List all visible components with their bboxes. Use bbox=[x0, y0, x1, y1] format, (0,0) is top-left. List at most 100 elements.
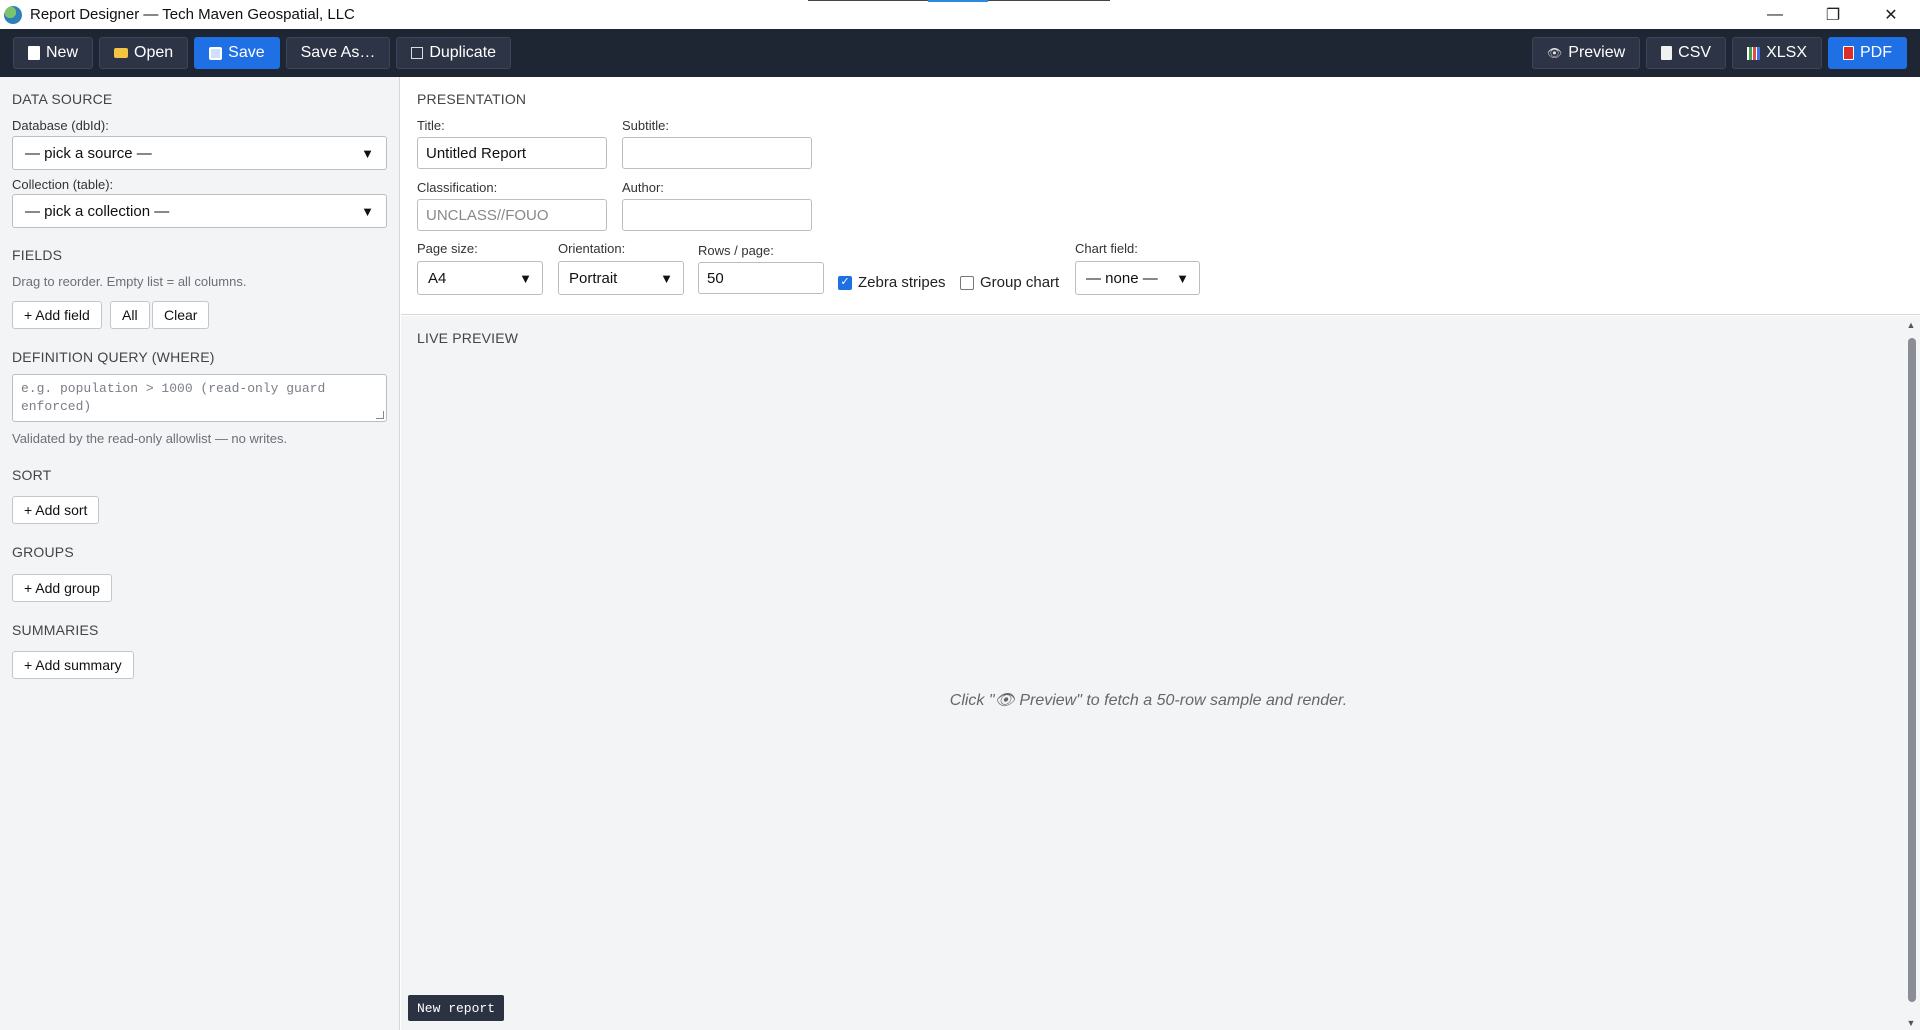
collection-label: Collection (table): bbox=[12, 177, 114, 192]
restore-icon: ❐ bbox=[1825, 6, 1841, 24]
add-sort-button[interactable]: + Add sort bbox=[12, 496, 100, 524]
status-chip: New report bbox=[408, 995, 505, 1021]
classification-label: Classification: bbox=[417, 180, 498, 195]
pdf-button-label: PDF bbox=[1860, 44, 1892, 61]
add-field-button[interactable]: + Add field bbox=[12, 301, 102, 329]
classification-input[interactable]: UNCLASS//FOUO bbox=[417, 199, 607, 231]
subtitle-input[interactable] bbox=[622, 137, 812, 169]
orientation-select[interactable]: Portrait ▼ bbox=[558, 261, 684, 295]
preview-button[interactable]: 👁 Preview bbox=[1532, 37, 1641, 69]
chevron-down-icon: ▼ bbox=[361, 203, 374, 219]
orientation-label: Orientation: bbox=[558, 241, 626, 256]
definition-query-heading: DEFINITION QUERY (WHERE) bbox=[12, 349, 215, 365]
save-icon bbox=[209, 46, 223, 60]
clear-fields-button[interactable]: Clear bbox=[152, 301, 210, 329]
save-as-button[interactable]: Save As… bbox=[285, 37, 391, 69]
pdf-icon bbox=[1843, 46, 1854, 60]
rows-per-page-label: Rows / page: bbox=[698, 243, 774, 258]
export-pdf-button[interactable]: PDF bbox=[1828, 37, 1907, 69]
preview-scrollbar[interactable]: ▲ ▼ bbox=[1902, 316, 1920, 1030]
title-label: Title: bbox=[417, 118, 445, 133]
title-input-value: Untitled Report bbox=[426, 144, 527, 162]
title-input[interactable]: Untitled Report bbox=[417, 137, 607, 169]
collection-select-value: — pick a collection — bbox=[25, 202, 170, 220]
drag-indicator bbox=[808, 0, 1110, 2]
export-xlsx-button[interactable]: XLSX bbox=[1732, 37, 1822, 69]
add-group-button[interactable]: + Add group bbox=[12, 574, 112, 602]
group-chart-label: Group chart bbox=[980, 274, 1060, 291]
scrollbar-thumb[interactable] bbox=[1908, 338, 1916, 1002]
xlsx-button-label: XLSX bbox=[1766, 44, 1807, 61]
group-chart-checkbox[interactable]: Group chart bbox=[960, 274, 1059, 291]
rows-per-page-value: 50 bbox=[707, 269, 724, 287]
chevron-down-icon: ▼ bbox=[1176, 270, 1189, 286]
resize-handle-icon[interactable] bbox=[376, 411, 384, 419]
rows-per-page-input[interactable]: 50 bbox=[698, 262, 824, 294]
live-preview-heading: LIVE PREVIEW bbox=[417, 330, 519, 346]
scroll-up-icon[interactable]: ▲ bbox=[1905, 320, 1917, 330]
app-globe-icon bbox=[4, 5, 22, 24]
close-icon: ✕ bbox=[1884, 6, 1898, 24]
minimize-icon: — bbox=[1767, 5, 1783, 23]
save-button-label: Save bbox=[228, 44, 265, 61]
presentation-heading: PRESENTATION bbox=[417, 91, 527, 107]
main-panel: PRESENTATION Title: Untitled Report Subt… bbox=[401, 77, 1920, 1030]
database-select[interactable]: — pick a source — ▼ bbox=[12, 136, 387, 170]
copy-icon bbox=[411, 47, 424, 59]
definition-query-input[interactable]: e.g. population > 1000 (read-only guard … bbox=[12, 374, 387, 422]
checkbox-unchecked-icon bbox=[960, 275, 974, 290]
chart-icon bbox=[1747, 46, 1761, 60]
chart-field-select[interactable]: — none — ▼ bbox=[1075, 261, 1200, 295]
scroll-down-icon[interactable]: ▼ bbox=[1905, 1018, 1917, 1028]
chart-field-value: — none — bbox=[1086, 269, 1158, 287]
main-toolbar: New Open Save Save As… Duplicate 👁 Previ… bbox=[0, 29, 1920, 77]
window-title-bar: Report Designer — Tech Maven Geospatial,… bbox=[0, 0, 1920, 29]
author-label: Author: bbox=[622, 180, 664, 195]
zebra-stripes-checkbox[interactable]: ✓ Zebra stripes bbox=[838, 274, 946, 291]
eye-icon: 👁 bbox=[1547, 46, 1563, 60]
checkbox-checked-icon: ✓ bbox=[838, 275, 852, 290]
folder-icon bbox=[114, 48, 129, 58]
page-size-select[interactable]: A4 ▼ bbox=[417, 261, 543, 295]
author-input[interactable] bbox=[622, 199, 812, 231]
summaries-heading: SUMMARIES bbox=[12, 622, 99, 638]
open-button[interactable]: Open bbox=[99, 37, 189, 69]
fields-hint: Drag to reorder. Empty list = all column… bbox=[12, 274, 247, 289]
duplicate-button-label: Duplicate bbox=[429, 44, 497, 61]
zebra-stripes-label: Zebra stripes bbox=[858, 274, 946, 291]
maximize-button[interactable]: ❐ bbox=[1804, 0, 1862, 29]
chevron-down-icon: ▼ bbox=[519, 270, 532, 286]
chevron-down-icon: ▼ bbox=[660, 270, 673, 286]
export-csv-button[interactable]: CSV bbox=[1646, 37, 1727, 69]
open-button-label: Open bbox=[134, 44, 174, 61]
collection-select[interactable]: — pick a collection — ▼ bbox=[12, 194, 387, 228]
presentation-panel: PRESENTATION Title: Untitled Report Subt… bbox=[401, 77, 1920, 315]
fields-heading: FIELDS bbox=[12, 247, 63, 263]
preview-empty-message: Click "👁 Preview" to fetch a 50-row samp… bbox=[949, 692, 1348, 709]
sidebar: DATA SOURCE Database (dbId): — pick a so… bbox=[0, 77, 400, 1030]
orientation-value: Portrait bbox=[569, 269, 618, 287]
subtitle-label: Subtitle: bbox=[622, 118, 669, 133]
minimize-button[interactable]: — bbox=[1746, 0, 1804, 29]
all-fields-button[interactable]: All bbox=[110, 301, 150, 329]
save-as-button-label: Save As… bbox=[300, 44, 376, 61]
database-label: Database (dbId): bbox=[12, 118, 109, 133]
data-source-heading: DATA SOURCE bbox=[12, 91, 113, 107]
document-icon bbox=[28, 46, 40, 60]
classification-placeholder: UNCLASS//FOUO bbox=[426, 206, 549, 224]
duplicate-button[interactable]: Duplicate bbox=[396, 37, 512, 69]
groups-heading: GROUPS bbox=[12, 544, 74, 560]
csv-button-label: CSV bbox=[1678, 44, 1712, 61]
new-button[interactable]: New bbox=[13, 37, 94, 69]
close-window-button[interactable]: ✕ bbox=[1862, 0, 1920, 29]
add-summary-button[interactable]: + Add summary bbox=[12, 651, 134, 679]
database-select-value: — pick a source — bbox=[25, 144, 152, 162]
sort-heading: SORT bbox=[12, 467, 52, 483]
new-button-label: New bbox=[46, 44, 79, 61]
definition-query-placeholder: e.g. population > 1000 (read-only guard … bbox=[21, 381, 326, 414]
preview-button-label: Preview bbox=[1568, 44, 1626, 61]
chart-field-label: Chart field: bbox=[1075, 241, 1138, 256]
definition-query-hint: Validated by the read-only allowlist — n… bbox=[12, 431, 288, 446]
save-button[interactable]: Save bbox=[194, 37, 280, 69]
clipboard-icon bbox=[1661, 46, 1673, 60]
